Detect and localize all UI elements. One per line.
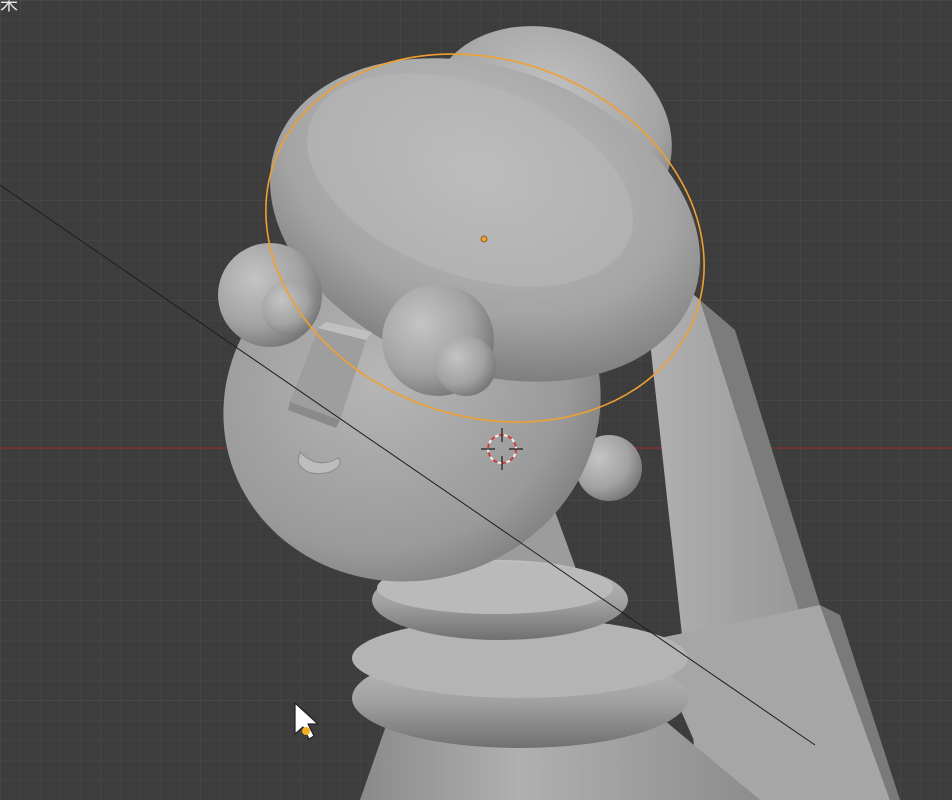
- 3d-viewport[interactable]: 米: [0, 0, 952, 800]
- left-eye[interactable]: [218, 243, 322, 347]
- viewport-canvas[interactable]: [0, 0, 952, 800]
- object-origin: [480, 235, 488, 243]
